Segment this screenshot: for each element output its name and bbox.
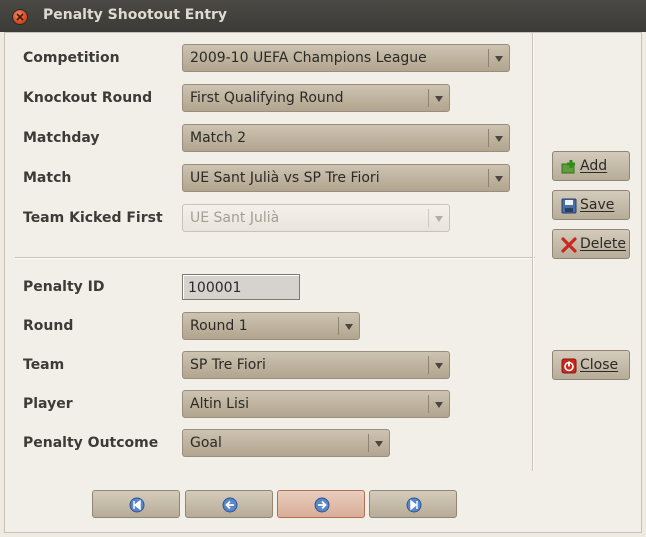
last-record-button[interactable]	[369, 490, 457, 518]
chevron-down-icon	[375, 441, 383, 447]
knockout-round-value: First Qualifying Round	[190, 90, 344, 106]
knockout-round-label: Knockout Round	[23, 90, 153, 106]
penalty-outcome-label: Penalty Outcome	[23, 435, 159, 451]
combo-separator	[428, 209, 429, 227]
save-icon	[561, 198, 577, 214]
team-kicked-first-combo: UE Sant Julià	[182, 204, 450, 232]
match-label: Match	[23, 170, 72, 186]
team-combo[interactable]: SP Tre Fiori	[182, 351, 450, 379]
team-label: Team	[23, 357, 65, 373]
first-record-button[interactable]	[92, 490, 180, 518]
penalty-id-field[interactable]: 100001	[182, 274, 300, 300]
team-kicked-first-value: UE Sant Julià	[190, 210, 280, 226]
next-record-icon	[314, 497, 330, 513]
close-button[interactable]: Close	[552, 350, 630, 380]
round-combo[interactable]: Round 1	[182, 312, 360, 340]
combo-separator	[428, 356, 429, 374]
chevron-down-icon	[495, 176, 503, 182]
penalty-id-value: 100001	[188, 280, 242, 296]
combo-separator	[488, 129, 489, 147]
chevron-down-icon	[435, 402, 443, 408]
delete-button-label: Delete	[580, 236, 626, 252]
delete-button[interactable]: Delete	[552, 229, 630, 259]
combo-separator	[488, 169, 489, 187]
save-button[interactable]: Save	[552, 190, 630, 220]
add-icon	[561, 160, 575, 174]
window-titlebar: Penalty Shootout Entry	[0, 0, 646, 32]
chevron-down-icon	[435, 363, 443, 369]
competition-label: Competition	[23, 50, 120, 66]
knockout-round-combo[interactable]: First Qualifying Round	[182, 84, 450, 112]
team-value: SP Tre Fiori	[190, 357, 266, 373]
power-icon	[561, 358, 577, 374]
next-record-button[interactable]	[277, 490, 365, 518]
matchday-label: Matchday	[23, 130, 100, 146]
section-divider	[15, 257, 535, 259]
previous-record-icon	[222, 497, 238, 513]
player-value: Altin Lisi	[190, 396, 250, 412]
combo-separator	[368, 434, 369, 452]
team-kicked-first-label: Team Kicked First	[23, 210, 163, 226]
save-button-label: Save	[580, 197, 615, 213]
matchday-value: Match 2	[190, 130, 247, 146]
window-title: Penalty Shootout Entry	[43, 7, 228, 23]
chevron-down-icon	[495, 56, 503, 62]
penalty-outcome-combo[interactable]: Goal	[182, 429, 390, 457]
combo-separator	[428, 395, 429, 413]
first-record-icon	[129, 497, 145, 513]
player-combo[interactable]: Altin Lisi	[182, 390, 450, 418]
form-panel: Competition 2009-10 UEFA Champions Leagu…	[4, 32, 642, 533]
close-button-label: Close	[580, 357, 619, 373]
round-value: Round 1	[190, 318, 248, 334]
button-column-divider	[532, 33, 534, 471]
combo-separator	[488, 49, 489, 67]
match-combo[interactable]: UE Sant Julià vs SP Tre Fiori	[182, 164, 510, 192]
add-button-label: Add	[580, 158, 608, 174]
penalty-outcome-value: Goal	[190, 435, 222, 451]
last-record-icon	[406, 497, 422, 513]
chevron-down-icon	[435, 216, 443, 222]
matchday-combo[interactable]: Match 2	[182, 124, 510, 152]
player-label: Player	[23, 396, 73, 412]
window-close-icon[interactable]	[12, 9, 28, 25]
delete-icon	[561, 237, 577, 253]
round-label: Round	[23, 318, 74, 334]
chevron-down-icon	[435, 96, 443, 102]
penalty-id-label: Penalty ID	[23, 279, 105, 295]
chevron-down-icon	[495, 136, 503, 142]
combo-separator	[428, 89, 429, 107]
previous-record-button[interactable]	[185, 490, 273, 518]
chevron-down-icon	[345, 324, 353, 330]
match-value: UE Sant Julià vs SP Tre Fiori	[190, 170, 380, 186]
competition-value: 2009-10 UEFA Champions League	[190, 50, 427, 66]
competition-combo[interactable]: 2009-10 UEFA Champions League	[182, 44, 510, 72]
combo-separator	[338, 317, 339, 335]
add-button[interactable]: Add	[552, 151, 630, 181]
